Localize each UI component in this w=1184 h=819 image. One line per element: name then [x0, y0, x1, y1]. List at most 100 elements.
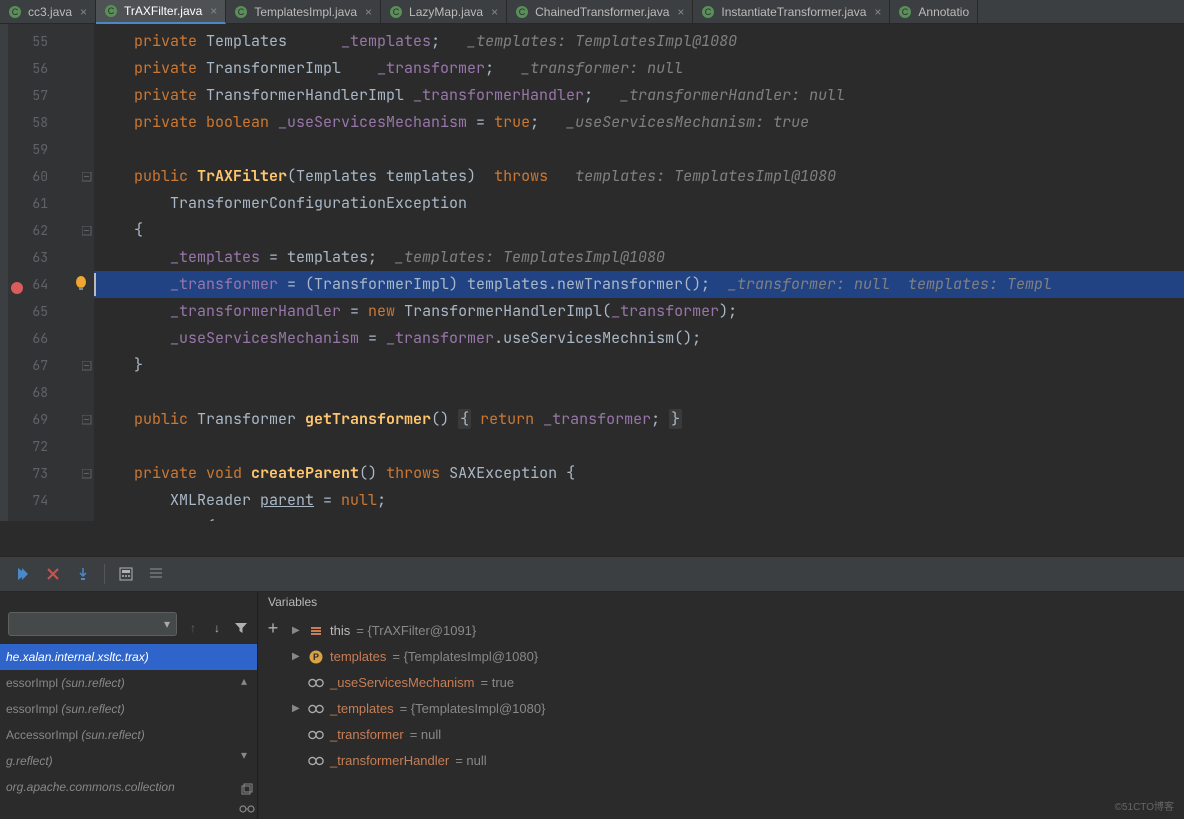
code-line[interactable]: public TrAXFilter(Templates templates) t… [94, 163, 1184, 190]
code-line[interactable]: TransformerConfigurationException [94, 190, 1184, 217]
gutter-marks[interactable] [58, 24, 94, 521]
fold-icon[interactable] [58, 460, 94, 487]
expand-icon[interactable]: ▶ [292, 618, 302, 644]
line-number[interactable]: 61 [8, 190, 58, 217]
variable-row[interactable]: ▶Ptemplates = {TemplatesImpl@1080} [288, 644, 1184, 670]
code-line[interactable]: _templates = templates; _templates: Temp… [94, 244, 1184, 271]
line-number[interactable]: 67 [8, 352, 58, 379]
frames-scrollbar[interactable]: ▴ ▾ [241, 644, 257, 762]
code-line[interactable]: private TransformerImpl _transformer; _t… [94, 55, 1184, 82]
variable-row[interactable]: ▶_templates = {TemplatesImpl@1080} [288, 696, 1184, 722]
step-into-icon[interactable] [74, 565, 92, 583]
code-line[interactable]: private Templates _templates; _templates… [94, 28, 1184, 55]
code-line[interactable]: private TransformerHandlerImpl _transfor… [94, 82, 1184, 109]
rerun-icon[interactable] [14, 565, 32, 583]
close-tab-icon[interactable]: × [210, 4, 217, 18]
variable-row[interactable]: _useServicesMechanism = true [288, 670, 1184, 696]
line-number[interactable]: 66 [8, 325, 58, 352]
code-line[interactable]: XMLReader parent = null; [94, 487, 1184, 514]
line-number[interactable]: 59 [8, 136, 58, 163]
file-tab[interactable]: CTrAXFilter.java× [96, 0, 226, 24]
code-line[interactable]: private boolean _useServicesMechanism = … [94, 109, 1184, 136]
line-number[interactable]: 62 [8, 217, 58, 244]
file-tab[interactable]: CInstantiateTransformer.java× [693, 0, 890, 24]
close-tab-icon[interactable]: × [80, 5, 87, 19]
code-line[interactable]: _transformer = (TransformerImpl) templat… [94, 271, 1184, 298]
line-number[interactable]: 60@ [8, 163, 58, 190]
watermark: ©51CTO博客 [1115, 798, 1174, 813]
close-tab-icon[interactable]: × [677, 5, 684, 19]
code-line[interactable]: private void createParent() throws SAXEx… [94, 460, 1184, 487]
line-number[interactable]: 74 [8, 487, 58, 514]
variable-icon [308, 623, 324, 639]
file-tab[interactable]: Ccc3.java× [0, 0, 96, 24]
frames-list[interactable]: he.xalan.internal.xsltc.trax)essorImpl (… [0, 644, 257, 819]
file-tab[interactable]: CAnnotatio [890, 0, 978, 24]
file-tab[interactable]: CTemplatesImpl.java× [226, 0, 381, 24]
line-number[interactable]: 64 [8, 271, 58, 298]
fold-icon[interactable] [58, 514, 94, 521]
line-number[interactable]: 65 [8, 298, 58, 325]
line-number[interactable]: 63 [8, 244, 58, 271]
line-number[interactable]: 75 [8, 514, 58, 521]
code-line[interactable] [94, 433, 1184, 460]
line-number[interactable]: 72 [8, 433, 58, 460]
code-line[interactable]: _transformerHandler = new TransformerHan… [94, 298, 1184, 325]
glasses-icon[interactable] [239, 801, 255, 817]
add-watch-column: + [258, 614, 288, 819]
close-tab-icon[interactable]: × [365, 5, 372, 19]
fold-icon[interactable] [58, 217, 94, 244]
line-number[interactable]: 55 [8, 28, 58, 55]
code-line[interactable] [94, 136, 1184, 163]
line-gutter[interactable]: 555657585960@61626364656667686972737475 [8, 24, 58, 521]
add-watch-icon[interactable]: + [265, 620, 281, 636]
code-area[interactable]: private Templates _templates; _templates… [94, 24, 1184, 521]
line-number[interactable]: 73 [8, 460, 58, 487]
expand-icon[interactable]: ▶ [292, 644, 302, 670]
variable-icon [308, 675, 324, 691]
next-frame-icon[interactable]: ↓ [209, 620, 225, 636]
file-tab[interactable]: CChainedTransformer.java× [507, 0, 693, 24]
line-number[interactable]: 58 [8, 109, 58, 136]
fold-icon[interactable] [58, 406, 94, 433]
variables-tree[interactable]: ▶this = {TrAXFilter@1091}▶Ptemplates = {… [288, 614, 1184, 819]
stop-icon[interactable] [44, 565, 62, 583]
stack-frame-row[interactable]: AccessorImpl (sun.reflect) [0, 722, 257, 748]
tab-label: LazyMap.java [409, 5, 483, 19]
stack-frame-row[interactable]: essorImpl (sun.reflect) [0, 670, 257, 696]
scroll-down-icon[interactable]: ▾ [241, 748, 255, 762]
code-line[interactable] [94, 379, 1184, 406]
line-number[interactable]: 68 [8, 379, 58, 406]
code-line[interactable]: _useServicesMechanism = _transformer.use… [94, 325, 1184, 352]
close-tab-icon[interactable]: × [491, 5, 498, 19]
fold-icon[interactable] [58, 352, 94, 379]
file-tab[interactable]: CLazyMap.java× [381, 0, 507, 24]
breakpoint-icon[interactable] [10, 277, 24, 291]
list-icon[interactable] [147, 565, 165, 583]
fold-icon[interactable] [58, 163, 94, 190]
calculator-icon[interactable] [117, 565, 135, 583]
code-line[interactable]: } [94, 352, 1184, 379]
stack-frame-row[interactable]: g.reflect) [0, 748, 257, 774]
stack-frame-row[interactable]: he.xalan.internal.xsltc.trax) [0, 644, 257, 670]
expand-icon[interactable]: ▶ [292, 696, 302, 722]
code-line[interactable]: try { [94, 514, 1184, 521]
line-number[interactable]: 56 [8, 55, 58, 82]
left-tool-strip[interactable] [0, 24, 8, 521]
variable-row[interactable]: _transformerHandler = null [288, 748, 1184, 774]
close-tab-icon[interactable]: × [874, 5, 881, 19]
stack-frame-row[interactable]: org.apache.commons.collection [0, 774, 257, 800]
thread-dropdown[interactable]: ▾ [8, 612, 177, 636]
filter-icon[interactable] [233, 620, 249, 636]
tab-label: cc3.java [28, 5, 72, 19]
variable-row[interactable]: ▶this = {TrAXFilter@1091} [288, 618, 1184, 644]
code-line[interactable]: public Transformer getTransformer() { re… [94, 406, 1184, 433]
stack-frame-row[interactable]: essorImpl (sun.reflect) [0, 696, 257, 722]
line-number[interactable]: 69 [8, 406, 58, 433]
scroll-up-icon[interactable]: ▴ [241, 674, 255, 688]
copy-stack-icon[interactable] [239, 781, 255, 797]
line-number[interactable]: 57 [8, 82, 58, 109]
code-line[interactable]: { [94, 217, 1184, 244]
intention-bulb-icon[interactable] [74, 275, 88, 298]
variable-row[interactable]: _transformer = null [288, 722, 1184, 748]
